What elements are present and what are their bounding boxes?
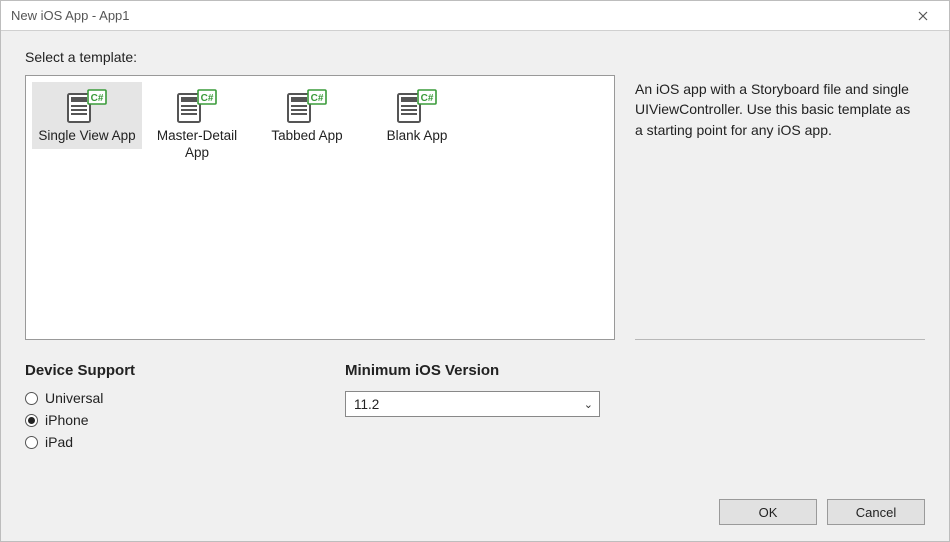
device-support-section: Device Support Universal iPhone iPad [25,362,305,453]
template-description: An iOS app with a Storyboard file and si… [635,75,925,340]
svg-text:C#: C# [311,93,324,104]
lower-row: Device Support Universal iPhone iPad Minim… [25,362,925,453]
svg-text:C#: C# [421,93,434,104]
min-ios-value: 11.2 [354,397,379,412]
device-option-label: iPhone [45,412,89,428]
csharp-template-icon: C# [66,88,108,124]
close-button[interactable] [903,2,943,30]
radio-icon [25,436,38,449]
radio-icon [25,414,38,427]
csharp-template-icon: C# [396,88,438,124]
ok-label: OK [759,505,778,520]
svg-text:C#: C# [201,93,214,104]
radio-icon [25,392,38,405]
device-option[interactable]: iPad [25,431,305,453]
close-icon [918,11,928,21]
device-option[interactable]: iPhone [25,409,305,431]
window-title: New iOS App - App1 [11,8,130,23]
min-ios-heading: Minimum iOS Version [345,362,600,379]
template-item[interactable]: C# Single View App [32,82,142,149]
chevron-down-icon: ⌄ [584,398,593,411]
min-ios-select[interactable]: 11.2 ⌄ [345,391,600,417]
template-label: Tabbed App [271,128,342,145]
device-option-label: Universal [45,390,103,406]
templates-list[interactable]: C# Single View App C# Master-Detail App C# Ta… [25,75,615,340]
cancel-label: Cancel [856,505,896,520]
template-item[interactable]: C# Master-Detail App [142,82,252,166]
min-ios-section: Minimum iOS Version 11.2 ⌄ [345,362,600,453]
csharp-template-icon: C# [176,88,218,124]
dialog-window: New iOS App - App1 Select a template: C#… [0,0,950,542]
dialog-footer: OK Cancel [1,499,949,541]
template-label: Single View App [38,128,135,145]
cancel-button[interactable]: Cancel [827,499,925,525]
device-support-heading: Device Support [25,362,305,379]
svg-text:C#: C# [91,93,104,104]
template-label: Master-Detail App [147,128,247,162]
ok-button[interactable]: OK [719,499,817,525]
dialog-content: Select a template: C# Single View App C# Ma… [1,31,949,499]
prompt-label: Select a template: [25,49,925,65]
template-label: Blank App [387,128,448,145]
titlebar: New iOS App - App1 [1,1,949,31]
device-option[interactable]: Universal [25,387,305,409]
template-item[interactable]: C# Blank App [362,82,472,149]
template-item[interactable]: C# Tabbed App [252,82,362,149]
csharp-template-icon: C# [286,88,328,124]
device-option-label: iPad [45,434,73,450]
upper-row: C# Single View App C# Master-Detail App C# Ta… [25,75,925,340]
